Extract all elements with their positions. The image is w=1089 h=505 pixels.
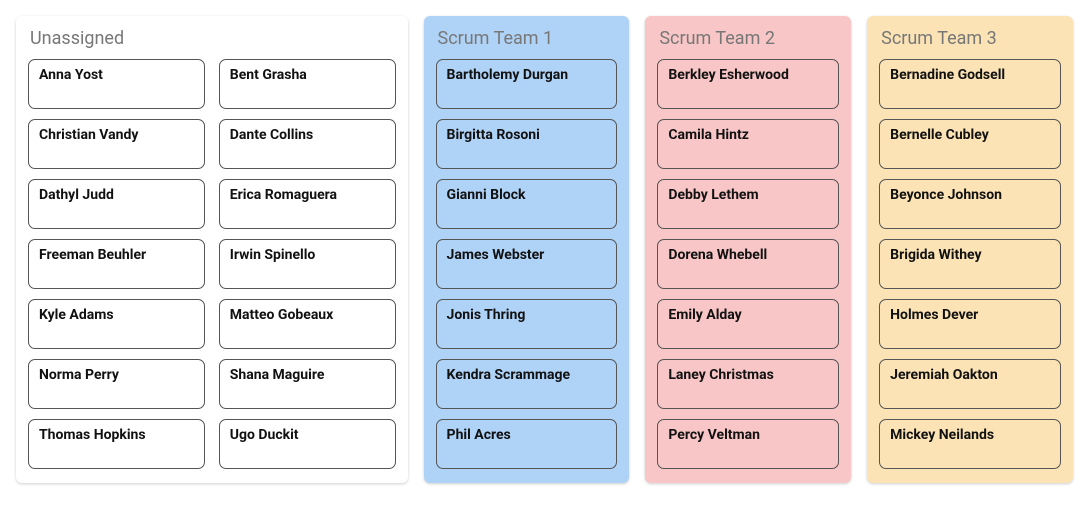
person-name: Ugo Duckit xyxy=(230,427,299,444)
person-name: Anna Yost xyxy=(39,67,103,84)
person-card[interactable]: Dathyl Judd xyxy=(28,179,205,229)
person-name: Kyle Adams xyxy=(39,307,114,324)
person-name: Dathyl Judd xyxy=(39,187,114,204)
person-card[interactable]: Laney Christmas xyxy=(657,359,839,409)
column-title: Scrum Team 2 xyxy=(659,28,839,49)
column-scrum-team-2[interactable]: Scrum Team 2 Berkley Esherwood Camila Hi… xyxy=(645,16,851,483)
person-card[interactable]: Irwin Spinello xyxy=(219,239,396,289)
card-list: Berkley Esherwood Camila Hintz Debby Let… xyxy=(657,59,839,469)
column-scrum-team-1[interactable]: Scrum Team 1 Bartholemy Durgan Birgitta … xyxy=(424,16,630,483)
person-card[interactable]: Christian Vandy xyxy=(28,119,205,169)
person-name: Kendra Scrammage xyxy=(447,367,571,384)
card-list: Bernadine Godsell Bernelle Cubley Beyonc… xyxy=(879,59,1061,469)
person-card[interactable]: Erica Romaguera xyxy=(219,179,396,229)
column-title: Unassigned xyxy=(30,28,396,49)
column-unassigned[interactable]: Unassigned Anna Yost Bent Grasha Christi… xyxy=(16,16,408,483)
person-name: Holmes Dever xyxy=(890,307,978,324)
person-name: Birgitta Rosoni xyxy=(447,127,540,144)
person-name: Percy Veltman xyxy=(668,427,760,444)
person-card[interactable]: Mickey Neilands xyxy=(879,419,1061,469)
card-list: Bartholemy Durgan Birgitta Rosoni Gianni… xyxy=(436,59,618,469)
person-card[interactable]: Phil Acres xyxy=(436,419,618,469)
person-card[interactable]: Holmes Dever xyxy=(879,299,1061,349)
person-card[interactable]: Brigida Withey xyxy=(879,239,1061,289)
person-card[interactable]: Camila Hintz xyxy=(657,119,839,169)
column-title: Scrum Team 1 xyxy=(438,28,618,49)
person-card[interactable]: James Webster xyxy=(436,239,618,289)
person-card[interactable]: Kendra Scrammage xyxy=(436,359,618,409)
person-card[interactable]: Thomas Hopkins xyxy=(28,419,205,469)
person-name: Bent Grasha xyxy=(230,67,307,84)
person-name: Thomas Hopkins xyxy=(39,427,146,444)
person-card[interactable]: Percy Veltman xyxy=(657,419,839,469)
person-card[interactable]: Dorena Whebell xyxy=(657,239,839,289)
person-name: Irwin Spinello xyxy=(230,247,316,264)
person-card[interactable]: Freeman Beuhler xyxy=(28,239,205,289)
person-name: Dante Collins xyxy=(230,127,313,144)
person-name: Brigida Withey xyxy=(890,247,981,264)
person-name: Matteo Gobeaux xyxy=(230,307,334,324)
person-name: Beyonce Johnson xyxy=(890,187,1002,204)
person-card[interactable]: Shana Maguire xyxy=(219,359,396,409)
person-name: Erica Romaguera xyxy=(230,187,337,204)
person-card[interactable]: Bernelle Cubley xyxy=(879,119,1061,169)
person-name: Jeremiah Oakton xyxy=(890,367,998,384)
card-list: Anna Yost Bent Grasha Christian Vandy Da… xyxy=(28,59,396,469)
person-name: Camila Hintz xyxy=(668,127,748,144)
column-title: Scrum Team 3 xyxy=(881,28,1061,49)
person-card[interactable]: Anna Yost xyxy=(28,59,205,109)
person-name: Mickey Neilands xyxy=(890,427,994,444)
person-name: Dorena Whebell xyxy=(668,247,767,264)
person-name: Freeman Beuhler xyxy=(39,247,146,264)
person-name: Debby Lethem xyxy=(668,187,758,204)
person-card[interactable]: Bartholemy Durgan xyxy=(436,59,618,109)
person-name: Phil Acres xyxy=(447,427,511,444)
person-name: Berkley Esherwood xyxy=(668,67,788,84)
person-card[interactable]: Jeremiah Oakton xyxy=(879,359,1061,409)
person-name: Gianni Block xyxy=(447,187,526,204)
column-scrum-team-3[interactable]: Scrum Team 3 Bernadine Godsell Bernelle … xyxy=(867,16,1073,483)
person-card[interactable]: Norma Perry xyxy=(28,359,205,409)
team-board: Unassigned Anna Yost Bent Grasha Christi… xyxy=(16,16,1073,483)
person-card[interactable]: Gianni Block xyxy=(436,179,618,229)
person-name: Christian Vandy xyxy=(39,127,138,144)
person-card[interactable]: Dante Collins xyxy=(219,119,396,169)
person-card[interactable]: Debby Lethem xyxy=(657,179,839,229)
person-name: Norma Perry xyxy=(39,367,119,384)
person-name: Jonis Thring xyxy=(447,307,526,324)
person-card[interactable]: Birgitta Rosoni xyxy=(436,119,618,169)
person-card[interactable]: Kyle Adams xyxy=(28,299,205,349)
person-card[interactable]: Matteo Gobeaux xyxy=(219,299,396,349)
person-card[interactable]: Berkley Esherwood xyxy=(657,59,839,109)
person-name: Bartholemy Durgan xyxy=(447,67,569,84)
person-name: Laney Christmas xyxy=(668,367,774,384)
person-name: Bernadine Godsell xyxy=(890,67,1005,84)
person-name: Bernelle Cubley xyxy=(890,127,989,144)
person-card[interactable]: Beyonce Johnson xyxy=(879,179,1061,229)
person-card[interactable]: Jonis Thring xyxy=(436,299,618,349)
person-name: James Webster xyxy=(447,247,545,264)
person-card[interactable]: Bernadine Godsell xyxy=(879,59,1061,109)
person-card[interactable]: Emily Alday xyxy=(657,299,839,349)
person-name: Shana Maguire xyxy=(230,367,325,384)
person-card[interactable]: Bent Grasha xyxy=(219,59,396,109)
person-name: Emily Alday xyxy=(668,307,741,324)
person-card[interactable]: Ugo Duckit xyxy=(219,419,396,469)
